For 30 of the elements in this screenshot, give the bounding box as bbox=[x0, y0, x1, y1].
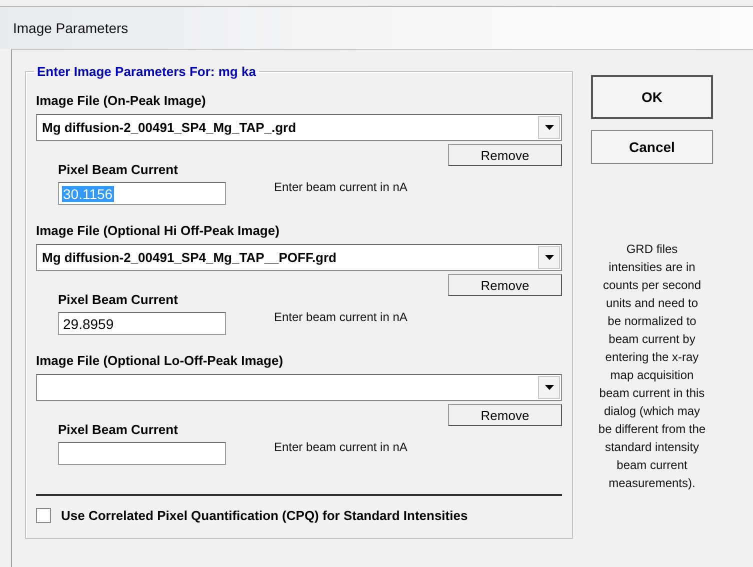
remove-button[interactable]: Remove bbox=[448, 404, 562, 426]
beam-current-field[interactable] bbox=[58, 442, 226, 465]
cancel-button[interactable]: Cancel bbox=[591, 130, 713, 164]
file-dropdown[interactable] bbox=[36, 374, 562, 401]
file-label: Image File (On-Peak Image) bbox=[36, 93, 207, 108]
help-text: GRD files intensities are in counts per second units and need to be normalized to beam current by entering the x-ray map acquisition beam current in this dialog (which may be different from the standard intensity beam current measurements). bbox=[598, 241, 706, 492]
beam-current-field[interactable]: 29.8959 bbox=[58, 312, 226, 335]
remove-button[interactable]: Remove bbox=[448, 274, 562, 296]
file-label: Image File (Optional Lo-Off-Peak Image) bbox=[36, 353, 284, 368]
window-title: Image Parameters bbox=[13, 20, 128, 36]
hint-text: Enter beam current in nA bbox=[274, 310, 408, 324]
beam-current-label: Pixel Beam Current bbox=[58, 292, 179, 307]
dropdown-arrow-button[interactable] bbox=[538, 376, 560, 399]
hint-text: Enter beam current in nA bbox=[274, 440, 408, 454]
caret-down-icon bbox=[544, 125, 554, 130]
hint-text: Enter beam current in nA bbox=[274, 180, 408, 194]
caret-down-icon bbox=[544, 385, 554, 390]
checkbox[interactable] bbox=[36, 508, 51, 522]
group-title: Enter Image Parameters For: mg ka bbox=[36, 64, 257, 79]
caret-down-icon bbox=[544, 255, 554, 260]
ok-button[interactable]: OK bbox=[591, 75, 713, 119]
file-label: Image File (Optional Hi Off-Peak Image) bbox=[36, 223, 280, 238]
file-dropdown[interactable]: Mg diffusion-2_00491_SP4_Mg_TAP_.grd bbox=[36, 114, 562, 141]
remove-button[interactable]: Remove bbox=[448, 144, 562, 166]
dropdown-arrow-button[interactable] bbox=[538, 116, 560, 139]
checkbox-label[interactable]: Use Correlated Pixel Quantification (CPQ) for Standard Intensities bbox=[61, 508, 468, 522]
beam-current-label: Pixel Beam Current bbox=[58, 162, 179, 177]
dropdown-arrow-button[interactable] bbox=[538, 246, 560, 269]
beam-current-label: Pixel Beam Current bbox=[58, 422, 179, 437]
file-dropdown[interactable]: Mg diffusion-2_00491_SP4_Mg_TAP__POFF.grd bbox=[36, 244, 562, 271]
